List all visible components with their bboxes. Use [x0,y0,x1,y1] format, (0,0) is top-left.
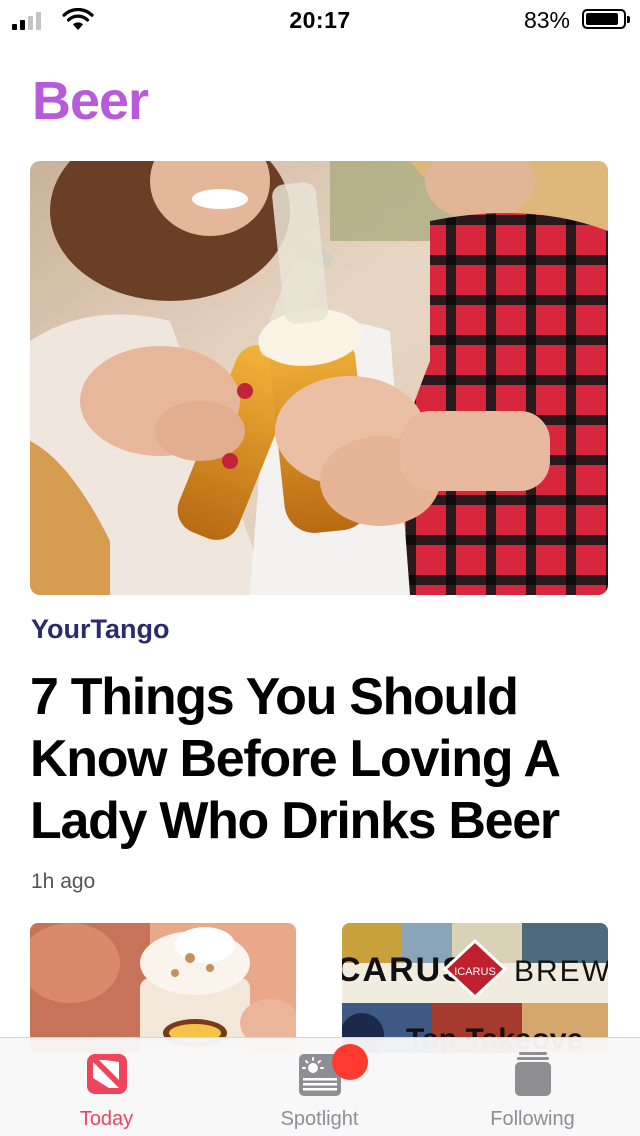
article-card-icarus-brewing[interactable]: CARUS ICARUS BREWIN Tap Takeove [342,923,608,1053]
tab-today-label: Today [79,1108,134,1130]
svg-text:BREWIN: BREWIN [514,955,608,988]
battery-icon [582,9,630,29]
tab-today[interactable]: Today [0,1038,213,1136]
tab-spotlight-label: Spotlight [280,1108,359,1130]
status-bar: 20:17 83% [0,0,640,40]
tab-bar: Today Spotlight Following [0,1037,640,1136]
battery-percent: 83% [523,7,570,33]
article-card-root-beer-float[interactable] [30,923,296,1053]
tab-following[interactable]: Following [426,1038,639,1136]
tab-following-label: Following [490,1108,575,1130]
news-icon [86,1054,127,1094]
tab-spotlight[interactable]: Spotlight [213,1038,426,1136]
article-source[interactable]: YourTango [31,614,169,645]
page-title: Beer [32,71,149,131]
following-icon [514,1052,551,1096]
icarus-logo-text: ICARUS [454,966,496,978]
article-timestamp: 1h ago [31,870,96,893]
notification-badge [332,1044,368,1080]
hero-article-image[interactable] [30,161,608,595]
article-headline[interactable]: 7 Things You Should Know Before Loving A… [30,666,610,852]
